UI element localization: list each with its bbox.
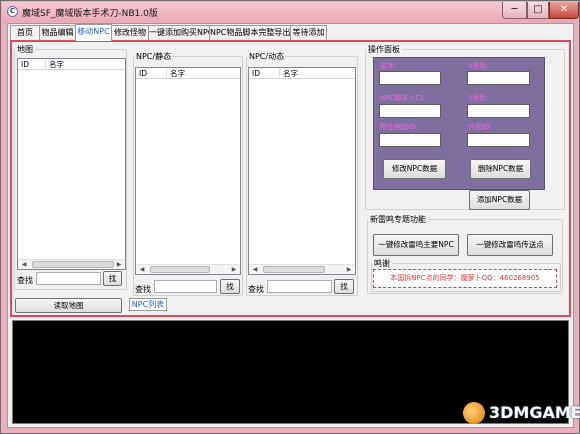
- tab-bar: 首页 物品编辑 移动NPC 修改怪物 一键添加购买NPC NPC物品脚本完整导出…: [8, 24, 573, 41]
- npc-x-label: X坐标:: [468, 62, 490, 70]
- delete-npc-button[interactable]: 删除NPC数据: [470, 159, 531, 179]
- tab-home[interactable]: 首页: [10, 25, 40, 40]
- npc-static-find-input[interactable]: [154, 280, 217, 293]
- npc-mapid-label: 所在地图ID:: [380, 123, 418, 131]
- app-window: C 魔域SF_魔域版本手术刀-NB1.0版 ─ □ ✕ 首页 物品编辑 移动NP…: [0, 0, 580, 434]
- window-title: 魔域SF_魔域版本手术刀-NB1.0版: [22, 9, 158, 19]
- scroll-thumb[interactable]: [150, 266, 210, 273]
- npc-static-title: NPC/静态: [136, 52, 172, 61]
- thanks-text: 本国拆NPC点的同学：魔萝卜QQ：460268905: [390, 274, 540, 282]
- npc-edit-form: 名字: X坐标: NPC脚本入口: Y坐标: 所在地图ID: 外观ID: 修改N…: [373, 57, 545, 190]
- npc-lookid-label: 外观ID:: [468, 123, 492, 131]
- npc-lookid-input[interactable]: [467, 133, 530, 147]
- watermark: 3DMGAME: [463, 401, 580, 427]
- thanks-box: 本国拆NPC点的同学：魔萝卜QQ：460268905: [373, 269, 557, 288]
- map-col-id[interactable]: ID: [18, 59, 46, 70]
- scroll-right-icon[interactable]: ▶: [228, 265, 240, 274]
- tab-pending[interactable]: 等待添加: [290, 25, 327, 40]
- npc-dynamic-scrollbar[interactable]: ◀ ▶: [249, 264, 355, 274]
- minimize-button[interactable]: ─: [502, 2, 527, 19]
- map-list-scrollbar[interactable]: ◀ ▶: [18, 259, 125, 269]
- operation-panel-title: 操作面板: [368, 45, 400, 54]
- scroll-left-icon[interactable]: ◀: [18, 260, 30, 269]
- thanks-title: 鸣谢: [374, 259, 390, 268]
- npc-dynamic-list[interactable]: ID 名字 ◀ ▶: [248, 67, 356, 275]
- title-bar[interactable]: C 魔域SF_魔域版本手术刀-NB1.0版 ─ □ ✕: [2, 2, 579, 22]
- tab-export-scripts[interactable]: NPC物品脚本完整导出: [209, 25, 291, 40]
- map-list-header: ID 名字: [18, 59, 125, 70]
- npc-script-label: NPC脚本入口:: [380, 94, 425, 102]
- maximize-button[interactable]: □: [527, 2, 549, 19]
- npc-name-label: 名字:: [380, 62, 397, 70]
- scroll-right-icon[interactable]: ▶: [113, 260, 125, 269]
- close-button[interactable]: ✕: [549, 2, 579, 19]
- scroll-right-icon[interactable]: ▶: [343, 265, 355, 274]
- scroll-left-icon[interactable]: ◀: [249, 265, 261, 274]
- tab-modify-monster[interactable]: 修改怪物: [111, 25, 149, 40]
- npc-static-col-id[interactable]: ID: [136, 68, 167, 79]
- npc-static-list[interactable]: ID 名字 ◀ ▶: [135, 67, 241, 275]
- thunder-group-title: 新雷鸣专题功能: [370, 215, 426, 224]
- map-col-name[interactable]: 名字: [46, 59, 125, 70]
- npc-static-scrollbar[interactable]: ◀ ▶: [136, 264, 240, 274]
- tab-move-npc[interactable]: 移动NPC: [75, 24, 112, 41]
- npc-static-col-name[interactable]: 名字: [167, 68, 240, 79]
- npc-static-header: ID 名字: [136, 68, 240, 79]
- client-area: 首页 物品编辑 移动NPC 修改怪物 一键添加购买NPC NPC物品脚本完整导出…: [7, 23, 574, 428]
- map-find-input[interactable]: [36, 272, 101, 285]
- npc-y-label: Y坐标:: [468, 94, 489, 102]
- map-find-button[interactable]: 找: [103, 271, 122, 286]
- tab-item-edit[interactable]: 物品编辑: [39, 25, 76, 40]
- watermark-logo-icon: [463, 402, 485, 424]
- read-map-button[interactable]: 读取地图: [15, 298, 122, 313]
- npc-dynamic-find-button[interactable]: 找: [334, 279, 354, 294]
- map-list[interactable]: ID 名字 ◀ ▶: [17, 58, 126, 270]
- npc-static-find-label: 查找: [135, 285, 151, 294]
- map-find-label: 查找: [17, 276, 33, 285]
- npc-dynamic-find-input[interactable]: [267, 280, 332, 293]
- npc-dynamic-col-name[interactable]: 名字: [280, 68, 355, 79]
- scroll-thumb[interactable]: [263, 266, 325, 273]
- npc-dynamic-find-label: 查找: [248, 285, 264, 294]
- npc-mapid-input[interactable]: [379, 133, 441, 147]
- tab-add-buy-npc[interactable]: 一键添加购买NPC: [148, 25, 213, 40]
- npc-y-input[interactable]: [467, 104, 530, 118]
- watermark-text: 3DMGAME: [489, 403, 580, 422]
- npc-dynamic-title: NPC/动态: [249, 52, 285, 61]
- modify-thunder-teleport-button[interactable]: 一键修改雷鸣传送点: [467, 234, 553, 256]
- npc-x-input[interactable]: [467, 71, 530, 85]
- modify-npc-button[interactable]: 修改NPC数据: [383, 159, 446, 179]
- map-group-title: 地图: [17, 45, 33, 54]
- tab-npc-list[interactable]: NPC列表: [129, 298, 167, 311]
- npc-script-input[interactable]: [379, 104, 441, 118]
- npc-dynamic-col-id[interactable]: ID: [249, 68, 280, 79]
- npc-name-input[interactable]: [379, 71, 441, 85]
- scroll-left-icon[interactable]: ◀: [136, 265, 148, 274]
- npc-static-find-button[interactable]: 找: [220, 279, 240, 294]
- modify-thunder-main-button[interactable]: 一键修改雷鸣主要NPC: [373, 234, 459, 256]
- app-icon: C: [7, 6, 18, 17]
- add-npc-button[interactable]: 添加NPC数据: [469, 190, 530, 210]
- npc-dynamic-header: ID 名字: [249, 68, 355, 79]
- move-npc-page: 地图 ID 名字 ◀ ▶ 查找 找 读取地图 NPC/静态 ID 名字 ◀ ▶ …: [10, 40, 571, 317]
- scroll-thumb[interactable]: [32, 261, 114, 268]
